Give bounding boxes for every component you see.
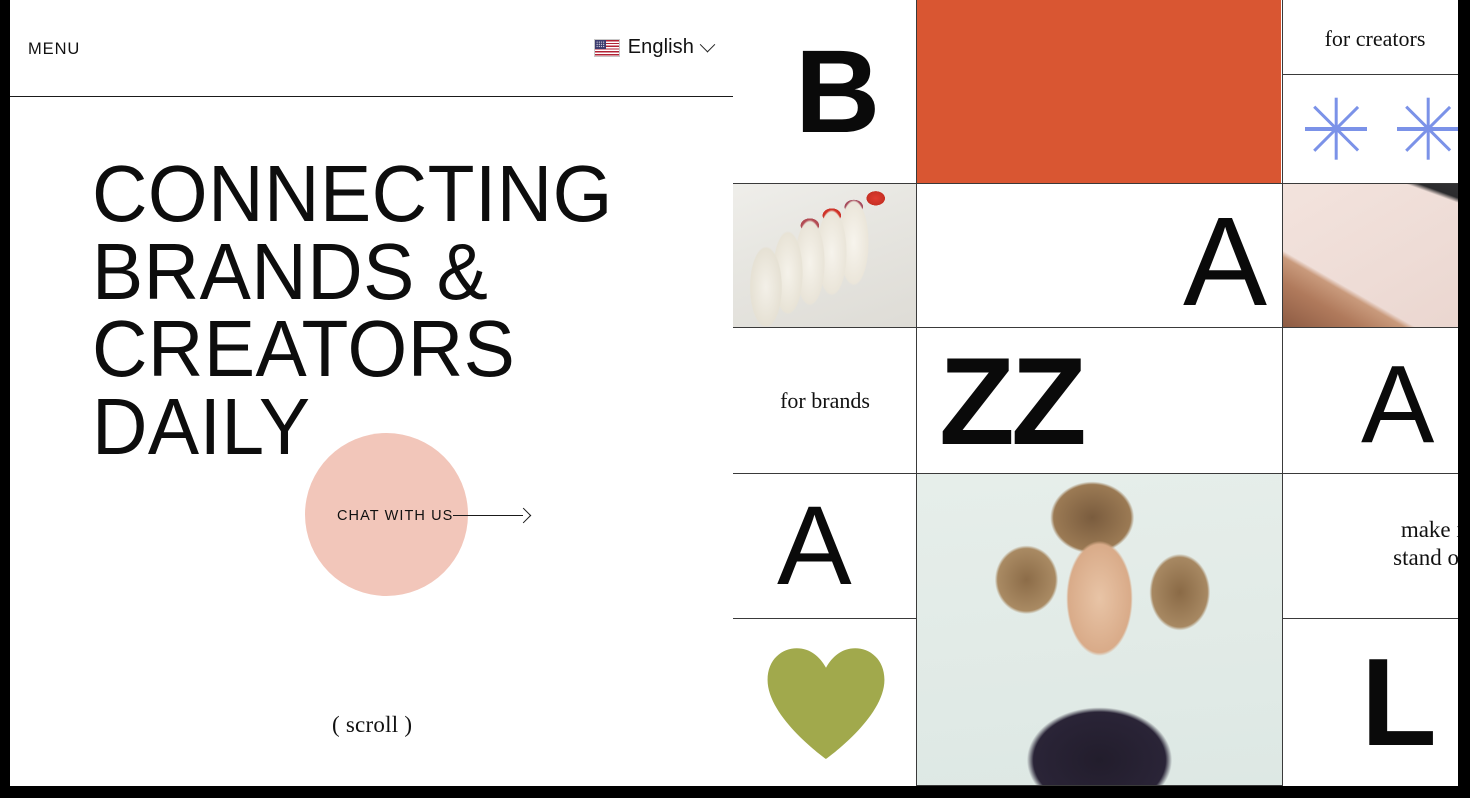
chat-cta-label[interactable]: CHAT WITH US [337, 508, 453, 524]
page-title: CONNECTING BRANDS & CREATORS DAILY [92, 149, 613, 471]
asterisk-icon [1305, 98, 1367, 161]
letter-l: L [1361, 634, 1437, 772]
orange-color-block [917, 0, 1281, 183]
left-panel: MENU English CONNECTING BRANDS & CREATOR… [10, 0, 733, 786]
letter-a-right: A [1361, 343, 1435, 466]
cell-letter-a-left[interactable]: A [733, 474, 917, 619]
content-grid: B for creators A for brands ZZ A A make … [733, 0, 1458, 786]
cell-for-brands[interactable]: for brands [733, 328, 917, 474]
cell-letter-l[interactable]: L [1283, 619, 1458, 786]
cell-photo-phone[interactable] [1283, 184, 1458, 328]
letter-a-top: A [1183, 191, 1268, 328]
arrow-right-icon [453, 507, 532, 524]
for-creators-label: for creators [1324, 26, 1426, 51]
chat-cta[interactable]: CHAT WITH US [305, 433, 535, 603]
hands-holding-phone-photo [1283, 184, 1458, 327]
cell-orange-block[interactable] [917, 0, 1283, 184]
heart-icon [765, 647, 887, 759]
top-bar: MENU English [10, 0, 733, 97]
page-canvas: MENU English CONNECTING BRANDS & CREATOR… [10, 0, 1458, 786]
make-it-stand-out-label: make it stand out [1393, 517, 1458, 571]
letters-zz: ZZ [939, 333, 1087, 471]
cell-photo-lipsticks[interactable] [733, 184, 917, 328]
cell-asterisks[interactable] [1283, 75, 1458, 184]
letter-a-left: A [777, 483, 852, 608]
cell-letter-a-top[interactable]: A [917, 184, 1283, 328]
model-portrait-photo [917, 474, 1282, 785]
page-frame: MENU English CONNECTING BRANDS & CREATOR… [0, 0, 1470, 798]
cell-make-it-stand-out[interactable]: make it stand out [1283, 474, 1458, 619]
asterisk-icon [1397, 98, 1458, 161]
asterisk-row [1283, 98, 1458, 161]
cell-photo-model[interactable] [917, 474, 1283, 786]
cell-letters-zz[interactable]: ZZ [917, 328, 1283, 474]
scroll-hint: ( scroll ) [332, 712, 413, 737]
menu-button[interactable]: MENU [28, 40, 80, 59]
language-label: English [627, 36, 694, 58]
cell-letter-a-right[interactable]: A [1283, 328, 1458, 474]
cell-for-creators[interactable]: for creators [1283, 0, 1458, 75]
lipstick-tubes-photo [733, 184, 916, 327]
us-flag-icon [593, 38, 620, 57]
cell-heart[interactable] [733, 619, 917, 786]
cell-letter-b[interactable]: B [733, 0, 917, 184]
for-brands-label: for brands [780, 388, 870, 413]
letter-b: B [795, 26, 881, 158]
chevron-down-icon [699, 36, 716, 53]
language-switcher[interactable]: English [593, 36, 716, 59]
